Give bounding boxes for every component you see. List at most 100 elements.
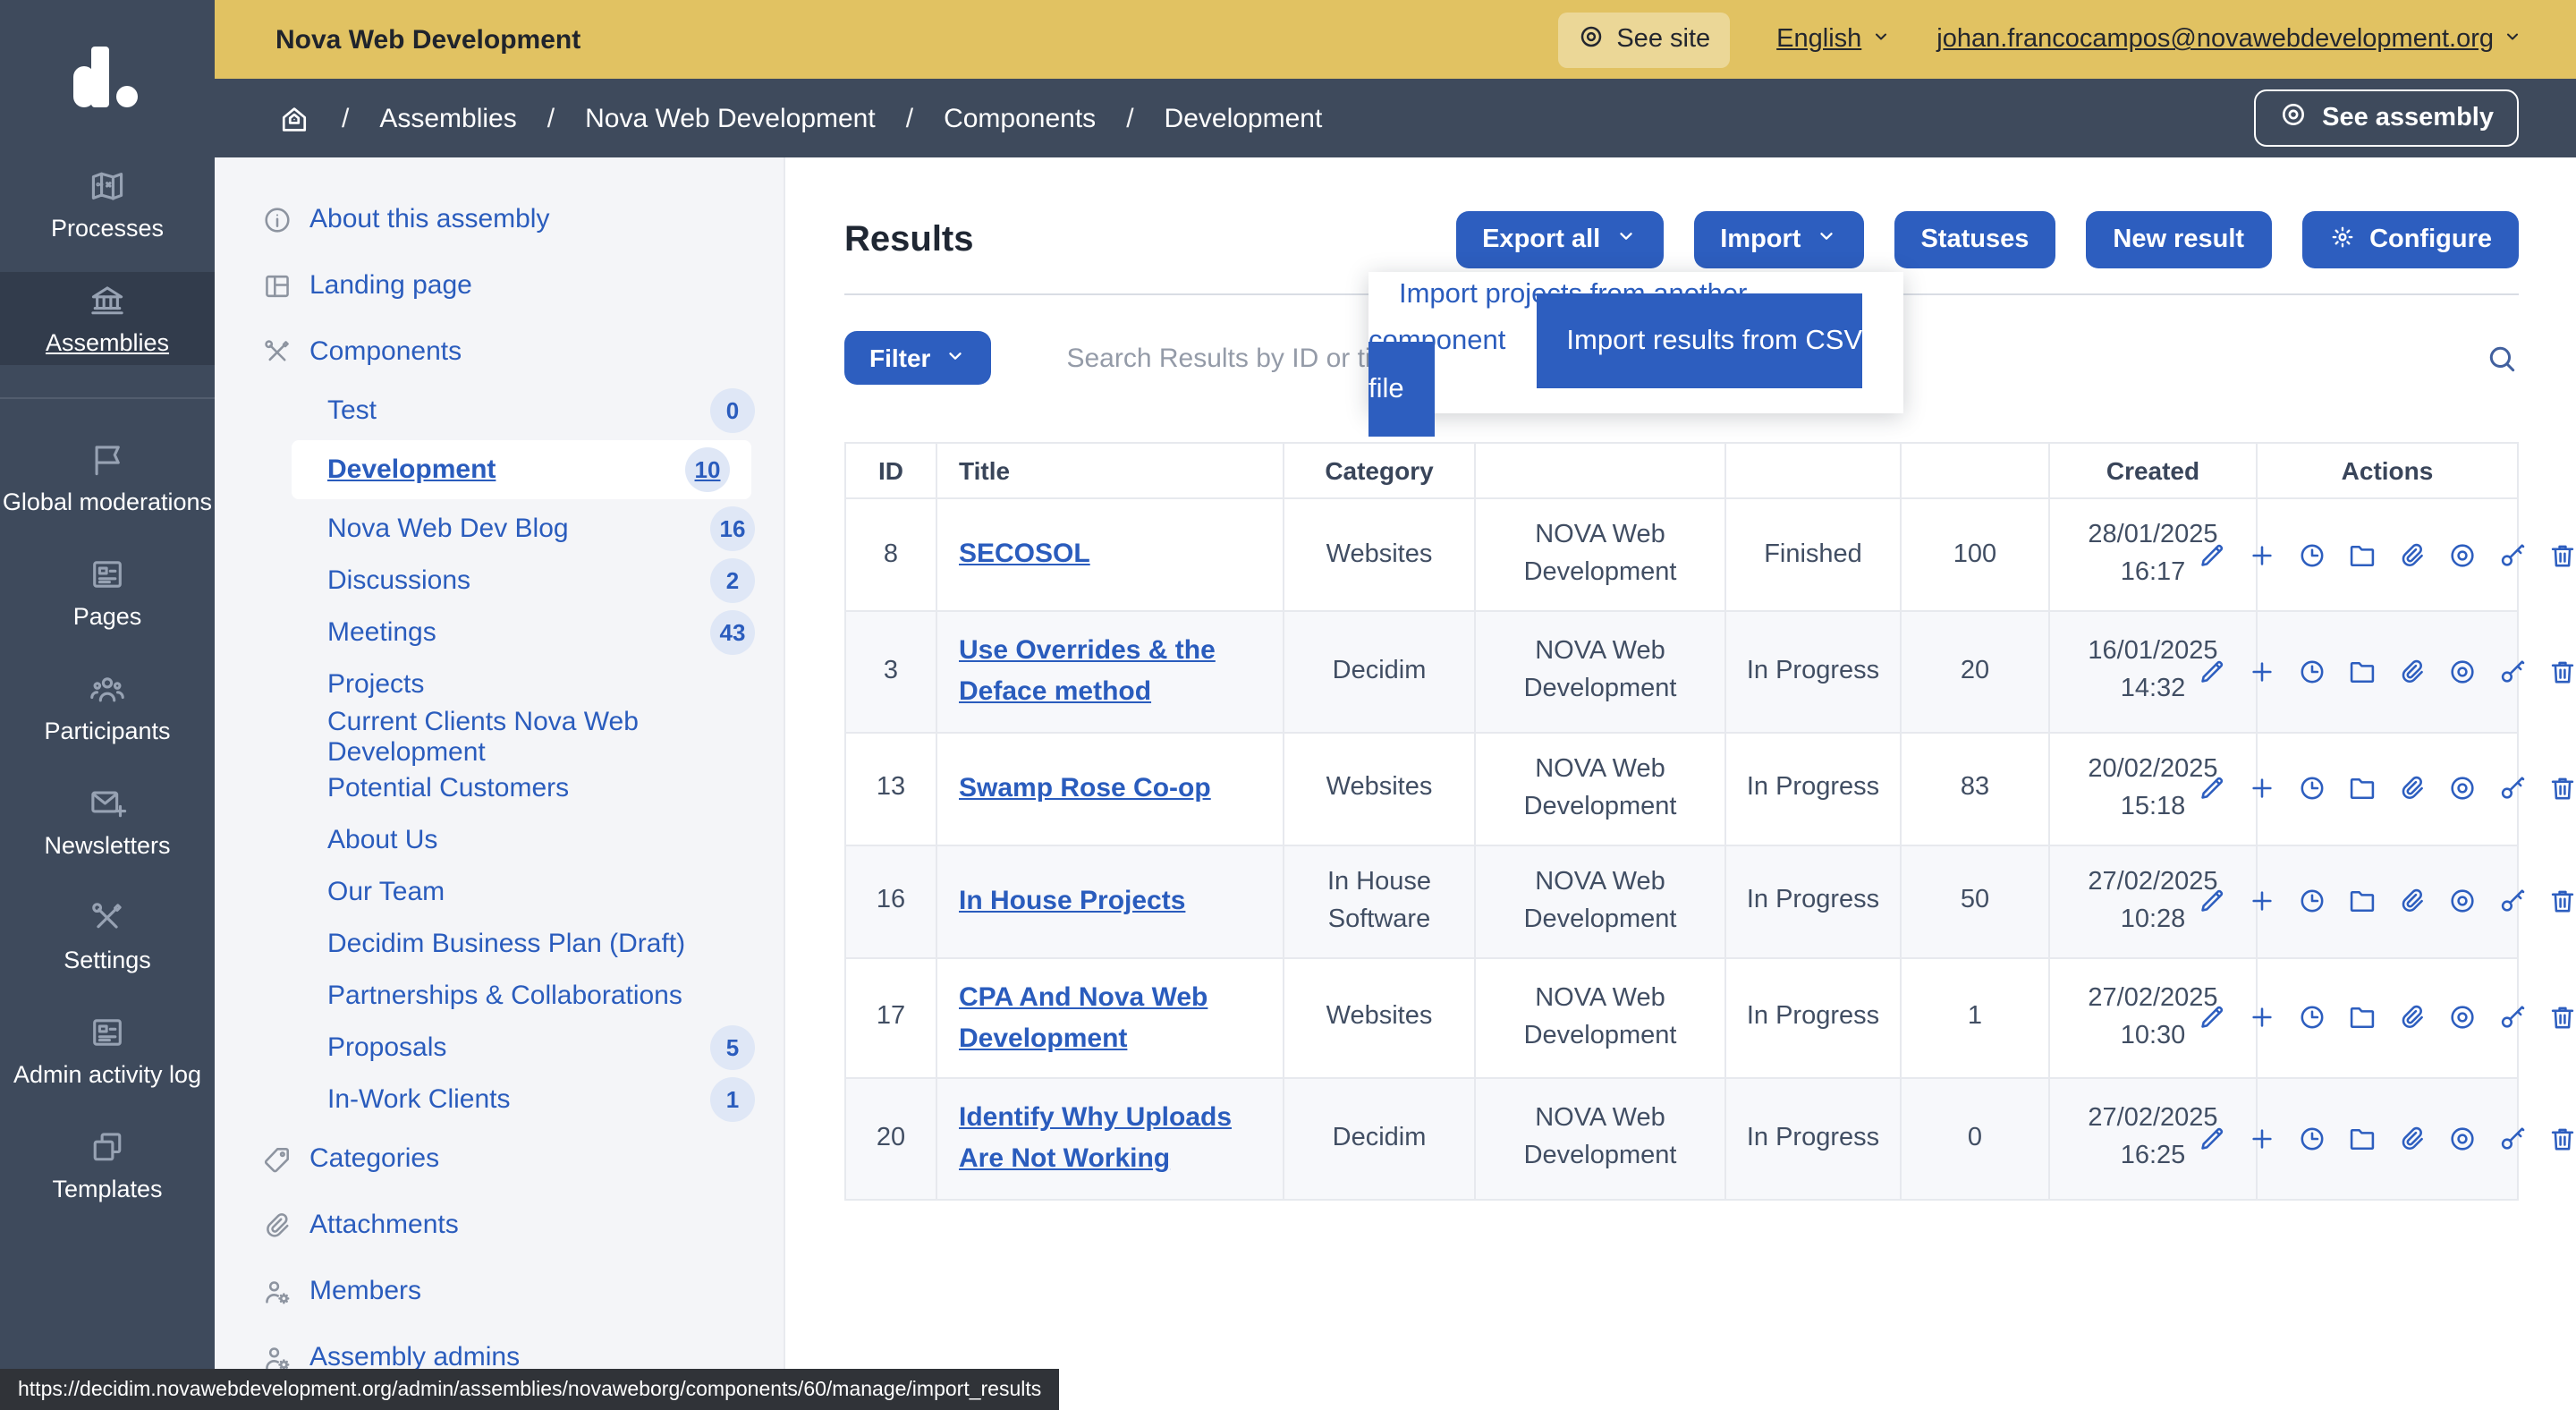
folder-action[interactable] (2347, 886, 2377, 916)
time-clock-action[interactable] (2297, 1124, 2327, 1154)
see-site-link[interactable]: See site (1557, 12, 1730, 67)
assembly-sidebar-item-development[interactable]: Development10 (292, 440, 751, 499)
search-icon[interactable] (2485, 341, 2519, 375)
delete-trash-action[interactable] (2547, 539, 2576, 570)
assembly-sidebar-item-about-us[interactable]: About Us (215, 814, 784, 866)
result-title-link[interactable]: Swamp Rose Co-op (959, 773, 1211, 803)
time-clock-action[interactable] (2297, 886, 2327, 916)
delete-trash-action[interactable] (2547, 1124, 2576, 1154)
breadcrumb-link-assemblies[interactable]: Assemblies (379, 103, 516, 133)
add-plus-action[interactable] (2247, 1003, 2277, 1033)
result-title-link[interactable]: CPA And Nova Web Development (959, 981, 1208, 1054)
language-selector[interactable]: English (1776, 25, 1890, 54)
assembly-sidebar-item-members[interactable]: Members (215, 1258, 784, 1324)
article-icon (88, 1013, 127, 1052)
delete-trash-action[interactable] (2547, 886, 2576, 916)
breadcrumb-link-components[interactable]: Components (944, 103, 1096, 133)
permissions-key-action[interactable] (2497, 1003, 2528, 1033)
folder-action[interactable] (2347, 1003, 2377, 1033)
result-title-link[interactable]: Identify Why Uploads Are Not Working (959, 1102, 1232, 1175)
new-result-button[interactable]: New result (2086, 211, 2271, 268)
user-menu[interactable]: johan.francocampos@novawebdevelopment.or… (1936, 25, 2522, 54)
sidebar-item-participants[interactable]: Participants (0, 660, 215, 753)
attachment-action[interactable] (2397, 773, 2428, 803)
sidebar-item-admin-activity-log[interactable]: Admin activity log (0, 1004, 215, 1097)
delete-trash-action[interactable] (2547, 1003, 2576, 1033)
edit-pencil-action[interactable] (2197, 773, 2227, 803)
breadcrumb-link-development[interactable]: Development (1165, 103, 1323, 133)
add-plus-action[interactable] (2247, 1124, 2277, 1154)
time-clock-action[interactable] (2297, 1003, 2327, 1033)
sidebar-item-assemblies[interactable]: Assemblies (0, 272, 215, 365)
configure-button[interactable]: Configure (2301, 211, 2519, 268)
assembly-sidebar-item-potential-customers[interactable]: Potential Customers (215, 762, 784, 814)
permissions-key-action[interactable] (2497, 657, 2528, 687)
assembly-sidebar-item-current-clients-nova-web-development[interactable]: Current Clients Nova Web Development (215, 710, 784, 762)
breadcrumb-link-nova-web-development[interactable]: Nova Web Development (585, 103, 876, 133)
filter-button[interactable]: Filter (844, 331, 991, 385)
preview-focus-action[interactable] (2447, 657, 2478, 687)
attachment-action[interactable] (2397, 539, 2428, 570)
attachment-action[interactable] (2397, 1124, 2428, 1154)
assembly-sidebar-item-landing-page[interactable]: Landing page (215, 252, 784, 319)
time-clock-action[interactable] (2297, 539, 2327, 570)
assembly-sidebar-item-partnerships-collaborations[interactable]: Partnerships & Collaborations (215, 970, 784, 1022)
add-plus-action[interactable] (2247, 657, 2277, 687)
time-clock-action[interactable] (2297, 773, 2327, 803)
result-title-link[interactable]: In House Projects (959, 886, 1185, 916)
attachment-action[interactable] (2397, 657, 2428, 687)
edit-pencil-action[interactable] (2197, 886, 2227, 916)
edit-pencil-action[interactable] (2197, 1124, 2227, 1154)
edit-pencil-action[interactable] (2197, 539, 2227, 570)
time-clock-action[interactable] (2297, 657, 2327, 687)
assembly-sidebar-item-components[interactable]: Components (215, 319, 784, 385)
assembly-sidebar-item-about-this-assembly[interactable]: About this assembly (215, 186, 784, 252)
folder-action[interactable] (2347, 539, 2377, 570)
assembly-sidebar-item-decidim-business-plan-draft[interactable]: Decidim Business Plan (Draft) (215, 918, 784, 970)
attachment-action[interactable] (2397, 886, 2428, 916)
sidebar-item-pages[interactable]: Pages (0, 546, 215, 639)
assembly-sidebar-item-projects[interactable]: Projects (215, 658, 784, 710)
sidebar-item-global-moderations[interactable]: Global moderations (0, 431, 215, 524)
edit-pencil-action[interactable] (2197, 657, 2227, 687)
permissions-key-action[interactable] (2497, 539, 2528, 570)
assembly-sidebar-item-test[interactable]: Test0 (215, 385, 784, 437)
add-plus-action[interactable] (2247, 773, 2277, 803)
statuses-button[interactable]: Statuses (1894, 211, 2055, 268)
sidebar-item-templates[interactable]: Templates (0, 1118, 215, 1211)
folder-action[interactable] (2347, 773, 2377, 803)
add-plus-action[interactable] (2247, 886, 2277, 916)
preview-focus-action[interactable] (2447, 886, 2478, 916)
edit-pencil-action[interactable] (2197, 1003, 2227, 1033)
assembly-sidebar-item-meetings[interactable]: Meetings43 (215, 607, 784, 658)
assembly-sidebar-item-proposals[interactable]: Proposals5 (215, 1022, 784, 1074)
see-assembly-button[interactable]: See assembly (2254, 89, 2519, 147)
permissions-key-action[interactable] (2497, 886, 2528, 916)
assembly-sidebar-item-in-work-clients[interactable]: In-Work Clients1 (215, 1074, 784, 1125)
result-title-link[interactable]: SECOSOL (959, 539, 1090, 570)
cell-id: 3 (845, 611, 936, 732)
permissions-key-action[interactable] (2497, 1124, 2528, 1154)
assembly-sidebar-item-categories[interactable]: Categories (215, 1125, 784, 1192)
assembly-sidebar-item-attachments[interactable]: Attachments (215, 1192, 784, 1258)
assembly-sidebar-item-discussions[interactable]: Discussions2 (215, 555, 784, 607)
decidim-logo[interactable] (0, 47, 215, 107)
breadcrumb-home-link[interactable] (277, 101, 311, 135)
preview-focus-action[interactable] (2447, 1003, 2478, 1033)
preview-focus-action[interactable] (2447, 1124, 2478, 1154)
assembly-sidebar-item-nova-web-dev-blog[interactable]: Nova Web Dev Blog16 (215, 503, 784, 555)
permissions-key-action[interactable] (2497, 773, 2528, 803)
folder-action[interactable] (2347, 657, 2377, 687)
attachment-action[interactable] (2397, 1003, 2428, 1033)
delete-trash-action[interactable] (2547, 773, 2576, 803)
preview-focus-action[interactable] (2447, 773, 2478, 803)
preview-focus-action[interactable] (2447, 539, 2478, 570)
sidebar-item-settings[interactable]: Settings (0, 889, 215, 982)
folder-action[interactable] (2347, 1124, 2377, 1154)
delete-trash-action[interactable] (2547, 657, 2576, 687)
sidebar-item-processes[interactable]: Processes (0, 157, 215, 251)
add-plus-action[interactable] (2247, 539, 2277, 570)
result-title-link[interactable]: Use Overrides & the Deface method (959, 635, 1216, 708)
assembly-sidebar-item-our-team[interactable]: Our Team (215, 866, 784, 918)
sidebar-item-newsletters[interactable]: Newsletters (0, 775, 215, 868)
